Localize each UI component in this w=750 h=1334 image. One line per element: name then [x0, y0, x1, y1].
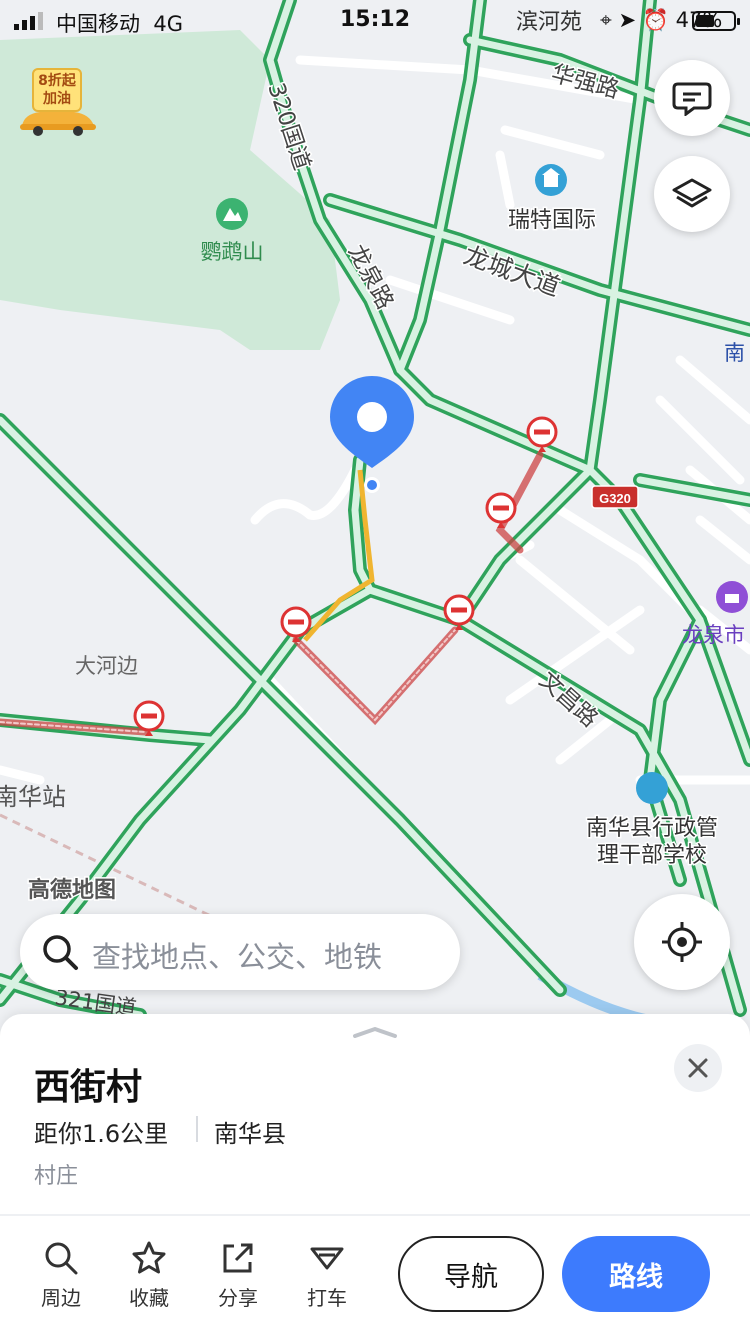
locate-me-button[interactable] [634, 894, 730, 990]
divider [196, 1116, 198, 1142]
nearby-label: 周边 [41, 1286, 81, 1310]
label-longquan-city: 龙泉市 [682, 623, 745, 647]
chat-icon [672, 82, 712, 116]
search-icon [43, 935, 78, 970]
share-button[interactable]: 分享 [203, 1240, 273, 1320]
drag-handle-icon[interactable] [352, 1026, 398, 1038]
g320-shield: G320 [591, 485, 639, 509]
label-admin-school-2: 理干部学校 [597, 843, 707, 868]
route-button[interactable]: 路线 [562, 1236, 710, 1312]
clock: 15:12 [340, 7, 411, 32]
favorite-button[interactable]: 收藏 [114, 1240, 184, 1320]
signal-icon [14, 12, 43, 30]
search-bar[interactable]: 查找地点、公交、地铁 [20, 914, 460, 990]
distance-text: 距你1.6公里 [34, 1120, 169, 1148]
mountain-icon [216, 198, 248, 230]
share-label: 分享 [218, 1286, 258, 1310]
layers-button[interactable] [654, 156, 730, 232]
culture-icon [636, 772, 668, 804]
star-icon [132, 1241, 166, 1274]
label-ruite-international: 瑞特国际 [508, 208, 596, 233]
svg-text:G320: G320 [599, 491, 631, 506]
carrier-name: 中国移动 4G [56, 12, 183, 36]
building-icon [535, 164, 567, 196]
layers-icon [672, 178, 712, 208]
search-icon [45, 1242, 78, 1275]
status-bar: 中国移动 4G 15:12 ⌖ ➤ ⏰ 47% [0, 0, 750, 40]
taxi-button[interactable]: 打车 [292, 1240, 362, 1320]
label-nan-edge: 南 [724, 341, 745, 365]
fuel-promo-badge[interactable]: 8折起 加油 [18, 66, 98, 136]
crosshair-icon [662, 922, 702, 962]
label-admin-school-1: 南华县行政管 [586, 816, 718, 841]
battery-icon [692, 11, 740, 31]
label-nanhua-station: 南华站 [0, 783, 66, 811]
place-detail-sheet: 西街村 距你1.6公里 南华县 村庄 周边 收藏 分享 打车 导航 路线 [0, 1014, 750, 1334]
taxi-label: 打车 [307, 1286, 347, 1310]
close-button[interactable] [674, 1044, 722, 1092]
place-title: 西街村 [34, 1067, 143, 1108]
sheet-divider [0, 1214, 750, 1216]
search-placeholder: 查找地点、公交、地铁 [92, 940, 383, 974]
close-icon [688, 1058, 708, 1078]
taxi-icon [310, 1247, 344, 1270]
favorite-label: 收藏 [129, 1286, 169, 1310]
navigate-button[interactable]: 导航 [398, 1236, 544, 1312]
gaode-watermark: 高德地图 [28, 877, 116, 903]
label-dahebian: 大河边 [75, 654, 138, 678]
share-icon [223, 1243, 253, 1273]
nearby-button[interactable]: 周边 [26, 1240, 96, 1320]
label-yingge-mountain: 鹦鹉山 [201, 240, 264, 264]
county-text: 南华县 [214, 1120, 286, 1148]
car-icon [20, 112, 96, 136]
category-text: 村庄 [34, 1164, 79, 1189]
market-icon [716, 581, 748, 613]
feedback-button[interactable] [654, 60, 730, 136]
